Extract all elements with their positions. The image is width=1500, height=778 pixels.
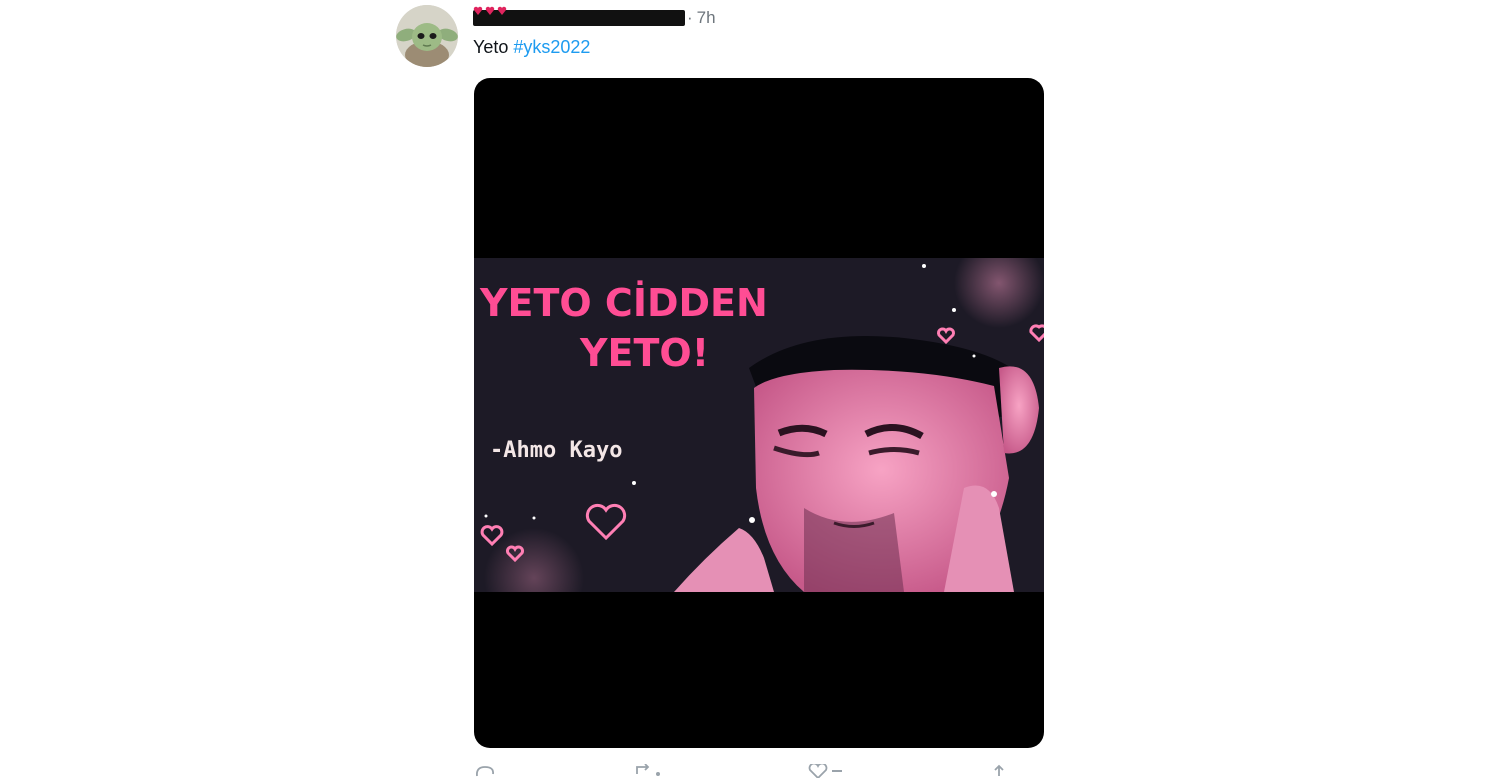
avatar[interactable] [396,5,458,67]
heart-icon [808,764,842,778]
hashtag-link[interactable]: #yks2022 [513,37,590,57]
tweet-media[interactable]: YETO CİDDEN YETO! -Ahmo Kayo [474,78,1044,748]
meme-attribution: -Ahmo Kayo [490,438,622,463]
reply-button[interactable] [474,764,496,778]
meme-headline-line1: YETO CİDDEN [479,281,768,325]
tweet-header: · 7h [473,6,716,29]
emoji-hearts-icon [473,6,507,16]
retweet-button[interactable] [634,764,664,778]
meme-image: YETO CİDDEN YETO! -Ahmo Kayo [474,258,1044,592]
baby-yoda-avatar-icon [396,5,458,67]
tweet-timestamp[interactable]: 7h [697,8,716,28]
tweet-text-body: Yeto [473,37,514,57]
tweet-actions [474,764,1034,778]
redacted-username [473,6,685,26]
meme-headline-line2: YETO! [579,331,709,375]
retweet-icon [636,764,660,776]
tweet[interactable]: · 7h Yeto #yks2022 YETO CİDDEN YETO! -Ah… [396,0,1056,778]
like-button[interactable] [808,764,844,778]
share-icon [994,764,1004,776]
reply-icon [476,766,494,777]
share-button[interactable] [990,764,1008,778]
separator-dot: · [687,8,693,27]
tweet-text: Yeto #yks2022 [473,37,590,58]
